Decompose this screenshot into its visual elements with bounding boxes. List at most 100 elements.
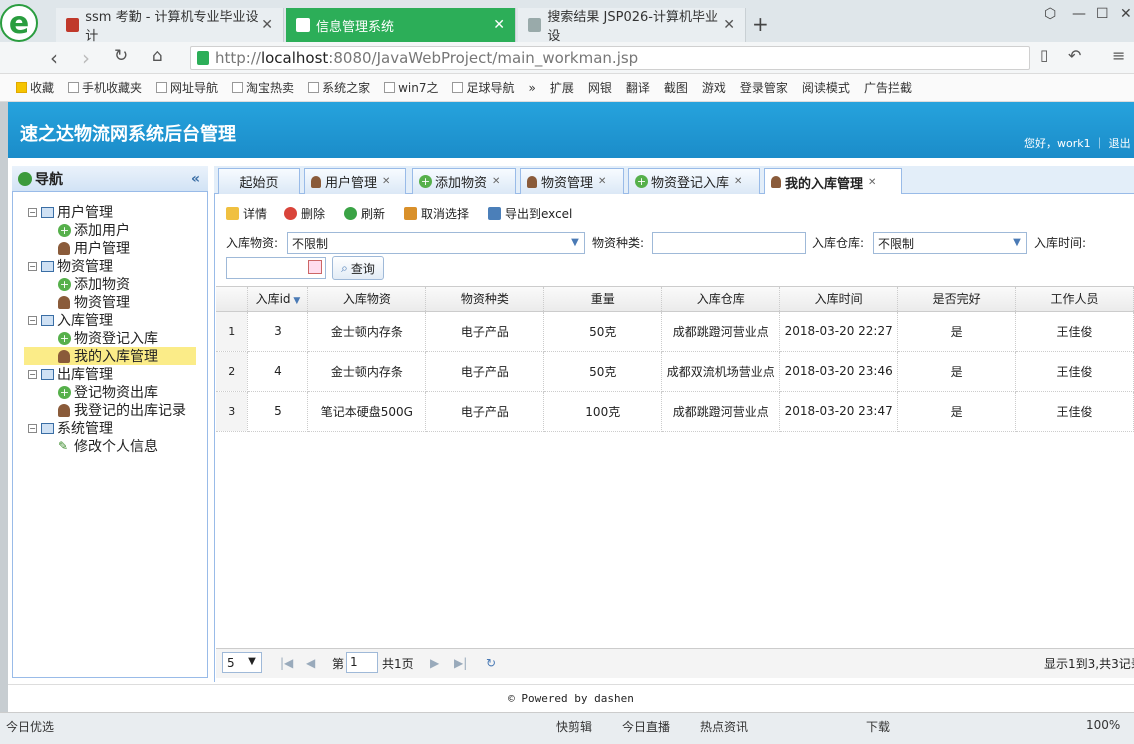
- prev-page-icon[interactable]: ◀: [306, 656, 315, 670]
- toolbar-translate[interactable]: 翻译: [626, 79, 650, 96]
- tab-my-inbound[interactable]: 我的入库管理 ✕: [764, 168, 902, 195]
- close-icon[interactable]: ✕: [382, 176, 390, 187]
- nav-item-register-inbound[interactable]: + 物资登记入库: [58, 329, 158, 347]
- toolbar-bank[interactable]: 网银: [588, 79, 612, 96]
- reload-page-icon[interactable]: ↻: [486, 656, 496, 670]
- page-number-input[interactable]: 1: [346, 652, 378, 673]
- nav-group-user[interactable]: − 用户管理: [28, 203, 113, 221]
- status-recommend[interactable]: 今日优选: [6, 718, 54, 735]
- toolbar-adblock[interactable]: 广告拦截: [864, 79, 912, 96]
- tab-material-manage[interactable]: 物资管理 ✕: [520, 168, 624, 194]
- close-icon[interactable]: ✕: [868, 177, 876, 188]
- toolbar-reading[interactable]: 阅读模式: [802, 79, 850, 96]
- table-row[interactable]: 3 5 笔记本硬盘500G 电子产品 100克 成都跳蹬河营业点 2018-03…: [216, 391, 1134, 432]
- tab-user-manage[interactable]: 用户管理 ✕: [304, 168, 406, 194]
- collapse-icon[interactable]: «: [191, 171, 200, 187]
- skin-icon[interactable]: ⬡: [1044, 6, 1056, 22]
- collapse-node-icon[interactable]: −: [28, 369, 37, 379]
- bookmark-item[interactable]: 网址导航: [156, 79, 218, 96]
- status-zoom[interactable]: 100%: [1086, 718, 1120, 732]
- url-input[interactable]: http://localhost:8080/JavaWebProject/mai…: [190, 46, 1030, 70]
- column-header-weight[interactable]: 重量: [543, 287, 663, 312]
- tab-register-inbound[interactable]: + 物资登记入库 ✕: [628, 168, 760, 194]
- unselect-button[interactable]: 取消选择: [404, 205, 469, 222]
- bookmark-item[interactable]: 淘宝热卖: [232, 79, 294, 96]
- chevron-down-icon[interactable]: ▼: [1010, 236, 1024, 250]
- nav-group-material[interactable]: − 物资管理: [28, 257, 113, 275]
- close-icon[interactable]: ✕: [598, 176, 606, 187]
- bookmark-item[interactable]: 足球导航: [452, 79, 514, 96]
- close-icon[interactable]: ✕: [261, 17, 273, 33]
- close-window-icon[interactable]: ✕: [1120, 6, 1132, 22]
- type-input[interactable]: [652, 232, 806, 254]
- toolbar-games[interactable]: 游戏: [702, 79, 726, 96]
- close-icon[interactable]: ✕: [734, 176, 742, 187]
- close-icon[interactable]: ✕: [492, 176, 500, 187]
- nav-item-my-inbound[interactable]: 我的入库管理: [24, 347, 196, 365]
- reload-icon[interactable]: ↻: [114, 46, 128, 66]
- tab-add-material[interactable]: + 添加物资 ✕: [412, 168, 516, 194]
- collapse-node-icon[interactable]: −: [28, 261, 37, 271]
- more-bookmarks[interactable]: »: [528, 81, 535, 95]
- bookmark-item[interactable]: 手机收藏夹: [68, 79, 142, 96]
- back-icon[interactable]: ‹: [50, 46, 58, 70]
- toolbar-extensions[interactable]: 扩展: [550, 79, 574, 96]
- nav-item-edit-profile[interactable]: ✎ 修改个人信息: [58, 437, 158, 455]
- table-row[interactable]: 2 4 金士顿内存条 电子产品 50克 成都双流机场营业点 2018-03-20…: [216, 351, 1134, 392]
- table-row[interactable]: 1 3 金士顿内存条 电子产品 50克 成都跳蹬河营业点 2018-03-20 …: [216, 311, 1134, 352]
- browser-tab[interactable]: ssm 考勤 - 计算机专业毕业设计 ✕: [56, 8, 284, 44]
- refresh-button[interactable]: 刷新: [344, 205, 385, 222]
- column-header-material[interactable]: 入库物资: [307, 287, 427, 312]
- minimize-icon[interactable]: —: [1072, 6, 1086, 22]
- chevron-down-icon[interactable]: ▼: [245, 655, 259, 669]
- collapse-node-icon[interactable]: −: [28, 423, 37, 433]
- delete-button[interactable]: 删除: [284, 205, 325, 222]
- nav-item-add-material[interactable]: + 添加物资: [58, 275, 130, 293]
- export-excel-button[interactable]: 导出到excel: [488, 205, 572, 222]
- nav-group-outbound[interactable]: − 出库管理: [28, 365, 113, 383]
- calendar-icon[interactable]: [308, 260, 322, 274]
- status-live[interactable]: 今日直播: [622, 718, 670, 735]
- query-button[interactable]: ⌕ 查询: [332, 256, 384, 280]
- status-news[interactable]: 热点资讯: [700, 718, 748, 735]
- material-select[interactable]: 不限制 ▼: [287, 232, 585, 254]
- menu-icon[interactable]: ≡: [1112, 46, 1125, 65]
- browser-tab-active[interactable]: 信息管理系统 ✕: [286, 8, 516, 42]
- browser-logo-icon[interactable]: e: [0, 4, 38, 42]
- toolbar-screenshot[interactable]: 截图: [664, 79, 688, 96]
- maximize-icon[interactable]: ☐: [1096, 6, 1109, 22]
- nav-item-my-outbound[interactable]: 我登记的出库记录: [58, 401, 186, 419]
- bookmark-item[interactable]: win7之: [384, 79, 438, 96]
- new-tab-icon[interactable]: +: [752, 12, 769, 36]
- tab-home[interactable]: 起始页: [218, 168, 300, 194]
- bookmark-item[interactable]: 系统之家: [308, 79, 370, 96]
- forward-icon[interactable]: ›: [82, 46, 90, 70]
- nav-item-register-outbound[interactable]: + 登记物资出库: [58, 383, 158, 401]
- toolbar-login[interactable]: 登录管家: [740, 79, 788, 96]
- bookmark-item[interactable]: 收藏: [16, 79, 54, 96]
- close-icon[interactable]: ✕: [723, 17, 735, 33]
- column-header-type[interactable]: 物资种类: [425, 287, 545, 312]
- column-header-intact[interactable]: 是否完好: [897, 287, 1017, 312]
- status-download[interactable]: 下载: [866, 718, 890, 735]
- column-header-worker[interactable]: 工作人员: [1015, 287, 1134, 312]
- status-quick-edit[interactable]: 快剪辑: [556, 718, 592, 735]
- close-icon[interactable]: ✕: [493, 17, 505, 33]
- collapse-node-icon[interactable]: −: [28, 207, 37, 217]
- nav-group-system[interactable]: − 系统管理: [28, 419, 113, 437]
- page-size-select[interactable]: 5 ▼: [222, 652, 262, 673]
- user-greeting[interactable]: 您好，work1 ｜ 退出: [1024, 135, 1131, 151]
- column-header-id[interactable]: 入库id ▼: [247, 287, 309, 312]
- chevron-down-icon[interactable]: ▼: [568, 236, 582, 250]
- nav-group-inbound[interactable]: − 入库管理: [28, 311, 113, 329]
- last-page-icon[interactable]: ▶|: [454, 656, 467, 670]
- nav-item-add-user[interactable]: + 添加用户: [58, 221, 130, 239]
- column-header-warehouse[interactable]: 入库仓库: [661, 287, 781, 312]
- warehouse-select[interactable]: 不限制 ▼: [873, 232, 1027, 254]
- detail-button[interactable]: 详情: [226, 205, 267, 222]
- undo-icon[interactable]: ↶: [1068, 46, 1081, 65]
- browser-tab[interactable]: 搜索结果 JSP026-计算机毕业设 ✕: [518, 8, 746, 44]
- nav-item-user-manage[interactable]: 用户管理: [58, 239, 130, 257]
- collapse-node-icon[interactable]: −: [28, 315, 37, 325]
- phone-icon[interactable]: ▯: [1040, 46, 1048, 64]
